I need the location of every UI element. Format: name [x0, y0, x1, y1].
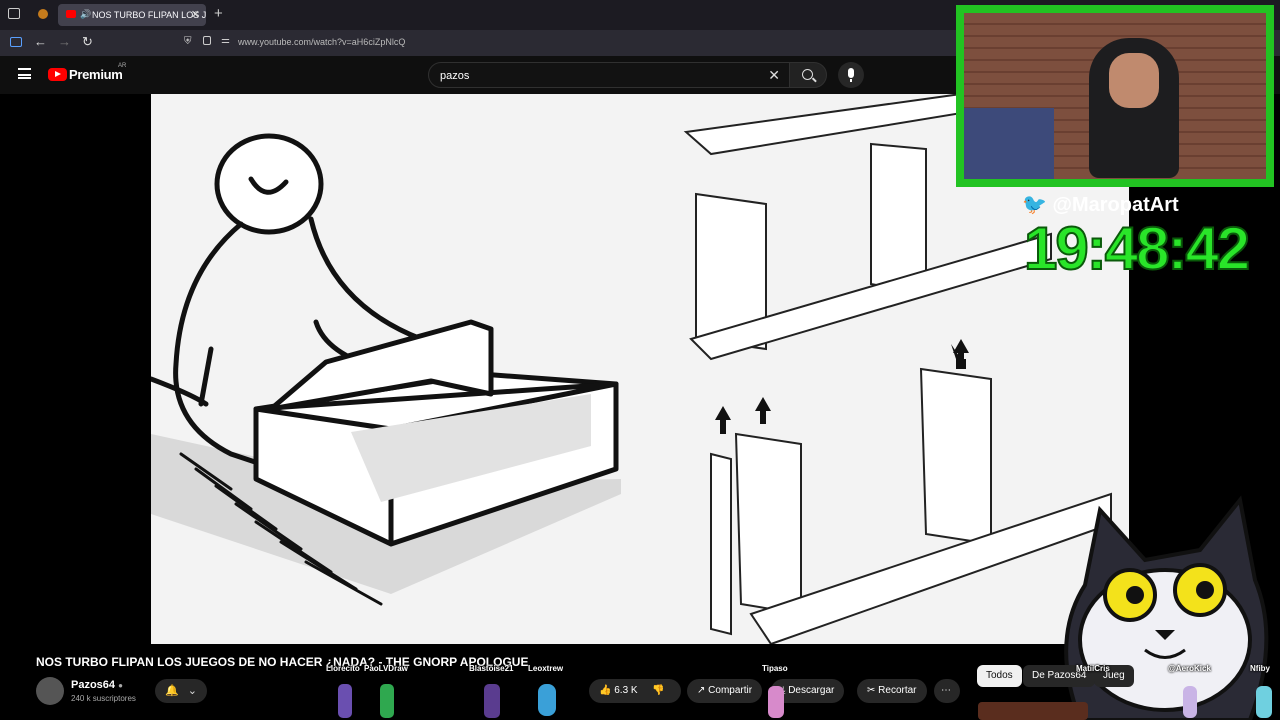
forward-button[interactable]: → — [58, 34, 71, 49]
chatter-sprite — [538, 684, 556, 716]
chatter-name: Llorecito — [326, 664, 360, 673]
share-icon: ↗ — [697, 685, 706, 696]
chatter-name: @AeroKick — [1168, 664, 1211, 673]
video-title: NOS TURBO FLIPAN LOS JUEGOS DE NO HACER … — [36, 655, 529, 669]
sidebar-toggle-icon[interactable] — [10, 37, 22, 47]
channel-avatar[interactable] — [36, 677, 64, 705]
channel-name[interactable]: Pazos64 ● — [71, 679, 123, 691]
subscriber-count: 240 k suscriptores — [71, 694, 136, 703]
dislike-button[interactable]: 👎 — [652, 685, 664, 696]
shield-icon[interactable]: ⛨ — [184, 36, 192, 47]
speaker-icon[interactable]: 🔊 — [80, 9, 91, 20]
webcam-feed — [964, 13, 1266, 179]
thumbs-up-icon: 👍 — [599, 685, 612, 696]
chatter-name: Blastoise21 — [469, 664, 514, 673]
clip-button[interactable]: ✂ Recortar — [857, 679, 927, 703]
search-value: pazos — [440, 70, 470, 82]
clear-search-icon[interactable]: ✕ — [768, 67, 780, 84]
url-bar[interactable]: ⛨ ⚌ www.youtube.com/watch?v=aH6ciZpNlcQ — [178, 33, 958, 53]
chatter-sprite — [1183, 686, 1197, 718]
thumbs-down-icon: 👎 — [652, 685, 665, 696]
chatter-sprite — [380, 684, 394, 718]
like-button[interactable]: 👍 6.3 K — [599, 685, 638, 696]
tab-title: NOS TURBO FLIPAN LOS JUEG — [92, 10, 206, 20]
chip-all[interactable]: Todos — [977, 665, 1022, 687]
search-button[interactable] — [789, 62, 827, 88]
lock-icon[interactable] — [203, 36, 211, 45]
scissors-icon: ✂ — [867, 685, 876, 696]
chatter-sprite — [484, 684, 500, 718]
search-input[interactable]: pazos ✕ — [428, 62, 790, 88]
chatter-name: Tipaso — [762, 664, 788, 673]
chatter-sprite — [338, 684, 352, 718]
microphone-icon — [848, 68, 854, 78]
recommended-thumbnail[interactable] — [978, 702, 1088, 720]
voice-search-button[interactable] — [838, 62, 864, 88]
verified-icon: ● — [118, 681, 123, 690]
url-text: www.youtube.com/watch?v=aH6ciZpNlcQ — [238, 37, 406, 47]
stream-clock: 19:48:42 — [1023, 214, 1251, 283]
close-tab-icon[interactable]: ✕ — [191, 8, 200, 21]
bell-icon: 🔔 — [165, 685, 179, 697]
reload-button[interactable]: ↻ — [82, 34, 93, 50]
youtube-favicon-icon — [66, 10, 76, 18]
logo-text: Premium — [69, 67, 123, 82]
permissions-icon[interactable]: ⚌ — [221, 35, 230, 46]
chatter-name: Leoxtrew — [528, 664, 564, 673]
webcam-overlay — [956, 5, 1274, 187]
back-button[interactable]: ← — [34, 34, 47, 49]
menu-icon[interactable] — [18, 68, 31, 79]
like-dislike-group: 👍 6.3 K 👎 — [589, 679, 681, 703]
more-actions-button[interactable]: ⋯ — [934, 679, 960, 703]
share-button[interactable]: ↗ Compartir — [687, 679, 763, 703]
more-icon: ⋯ — [941, 685, 951, 696]
chatter-sprite — [1256, 686, 1272, 718]
region-badge: AR — [118, 63, 127, 69]
new-tab-button[interactable]: + — [214, 5, 223, 22]
chatter-name: Nfiby — [1250, 664, 1270, 673]
chatter-name: MatiiCris — [1076, 664, 1110, 673]
active-tab[interactable]: 🔊 NOS TURBO FLIPAN LOS JUEG ✕ — [58, 4, 206, 26]
chatter-name: PaoLVDraw — [364, 664, 408, 673]
chatter-sprite — [768, 686, 784, 718]
notifications-button[interactable]: 🔔 ⌄ — [155, 679, 207, 703]
pinned-tab-icon[interactable] — [38, 9, 48, 19]
twitter-icon: 🐦 — [1022, 194, 1047, 216]
chevron-down-icon: ⌄ — [187, 685, 197, 697]
tab-overview-icon[interactable] — [8, 8, 20, 19]
